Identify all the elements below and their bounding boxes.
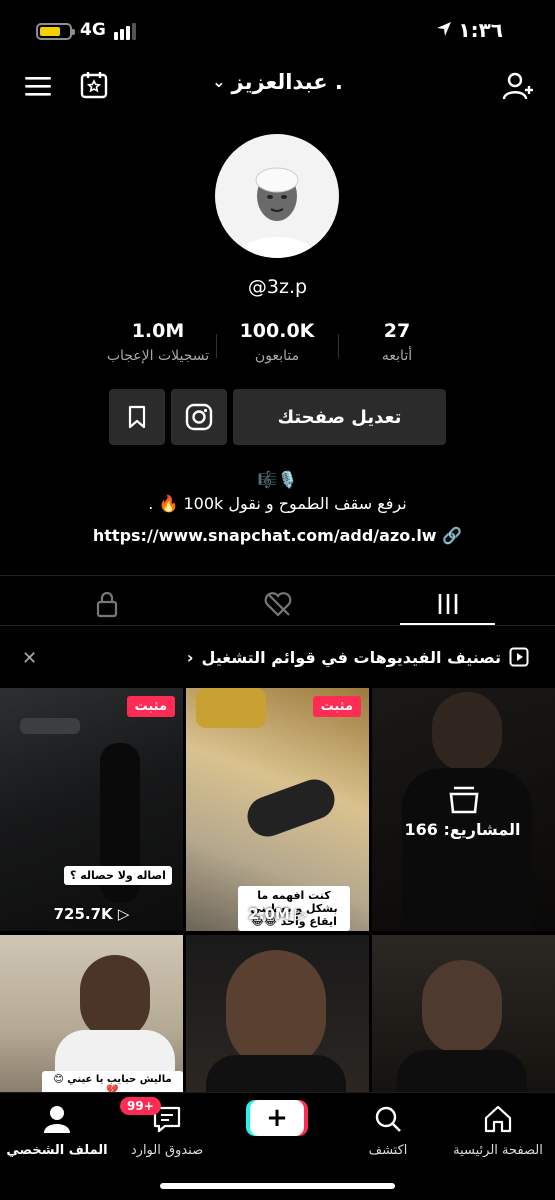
nav-discover[interactable]: اكتشف [333,1103,443,1158]
bio-link-text[interactable]: https://www.snapchat.com/add/azo.lw [93,526,437,545]
chevron-down-icon: ⌄ [212,72,226,91]
video-thumbnail[interactable]: ماليش حبايب يا عيني 😊💔 [0,935,183,1092]
view-count-value: 2.0M [248,905,290,923]
tab-liked-hidden-icon[interactable] [262,588,294,620]
link-icon: 🔗 [442,526,463,545]
followers-label: متابعون [254,348,300,364]
tab-private-lock-icon[interactable] [91,588,123,620]
edit-profile-button[interactable]: تعديل صفحتك [233,389,446,445]
video-caption: اصاله ولا حصاله ؟ [64,866,172,885]
video-thumbnail[interactable]: مثبت اصاله ولا حصاله ؟ 725.7K ▷ [0,688,183,931]
video-thumbnail[interactable] [372,935,555,1092]
video-thumbnail[interactable]: مثبت كنت افهمه ما بشكل و بعطيني ايقاع وا… [186,688,369,931]
drafts-box-icon [449,786,479,814]
signal-icon [114,22,138,40]
projects-count: المشاريع: 166 [404,820,521,839]
pinned-badge: مثبت [312,696,361,717]
close-icon[interactable]: ✕ [22,648,37,669]
username-switcher[interactable]: ⌄ عبدالعزيز . [0,70,555,94]
playlist-banner[interactable]: تصنيف الفيديوهات في قوائم التشغيل ‹ [187,647,529,667]
chevron-right-icon: ‹ [186,647,194,667]
following-count: 27 [383,320,411,342]
profile-icon [44,1106,70,1133]
battery-icon [36,23,75,40]
video-caption: ماليش حبايب يا عيني 😊💔 [42,1071,183,1092]
divider [0,575,555,576]
network-type: 4G [80,20,106,40]
playlist-icon [509,647,529,667]
instagram-icon [185,403,213,431]
search-icon [375,1106,401,1132]
nav-inbox-label: صندوق الوارد [130,1143,204,1158]
followers-stat[interactable]: 100.0K متابعون [207,320,347,364]
create-button[interactable]: + [250,1100,304,1136]
add-friend-icon[interactable] [502,70,534,102]
nav-profile-label: الملف الشخصي [6,1143,108,1158]
video-thumbnail[interactable] [186,935,369,1092]
tab-videos-grid-icon[interactable] [432,588,464,620]
following-stat[interactable]: 27 أتابعه [327,320,467,364]
pinned-badge: مثبت [126,696,175,717]
bio-text: نرفع سقف الطموح و نقول 100k 🔥 . [148,494,407,513]
video-thumbnail[interactable] [372,688,555,931]
profile-handle: @3z.p [247,276,308,298]
nav-home[interactable]: الصفحة الرئيسية [443,1103,553,1158]
nav-discover-label: اكتشف [368,1143,408,1158]
nav-profile[interactable]: الملف الشخصي [2,1103,112,1158]
status-bar: 4G ١:٣٦ [0,0,555,60]
avatar[interactable] [215,134,339,258]
bio-link[interactable]: https://www.snapchat.com/add/azo.lw 🔗 [0,526,555,545]
nav-home-label: الصفحة الرئيسية [453,1143,543,1158]
username: عبدالعزيز . [231,70,343,94]
playlist-banner-label: تصنيف الفيديوهات في قوائم التشغيل [201,647,501,667]
home-icon [484,1105,512,1133]
view-count-value: 725.7K [53,905,113,923]
followers-count: 100.0K [239,320,315,342]
divider [0,625,555,626]
favorites-button[interactable] [109,389,165,445]
avatar-image [237,167,317,258]
bio-emojis: 🎼🎙️ [257,470,298,489]
location-arrow-icon [437,22,451,36]
home-indicator [160,1183,395,1189]
bookmark-icon [128,405,146,429]
view-count: 2.0M ▷ [248,905,307,923]
following-label: أتابعه [381,348,413,364]
instagram-button[interactable] [171,389,227,445]
clock: ١:٣٦ [458,18,503,42]
inbox-badge: 99+ [120,1097,161,1115]
view-count: 725.7K ▷ [53,905,130,923]
